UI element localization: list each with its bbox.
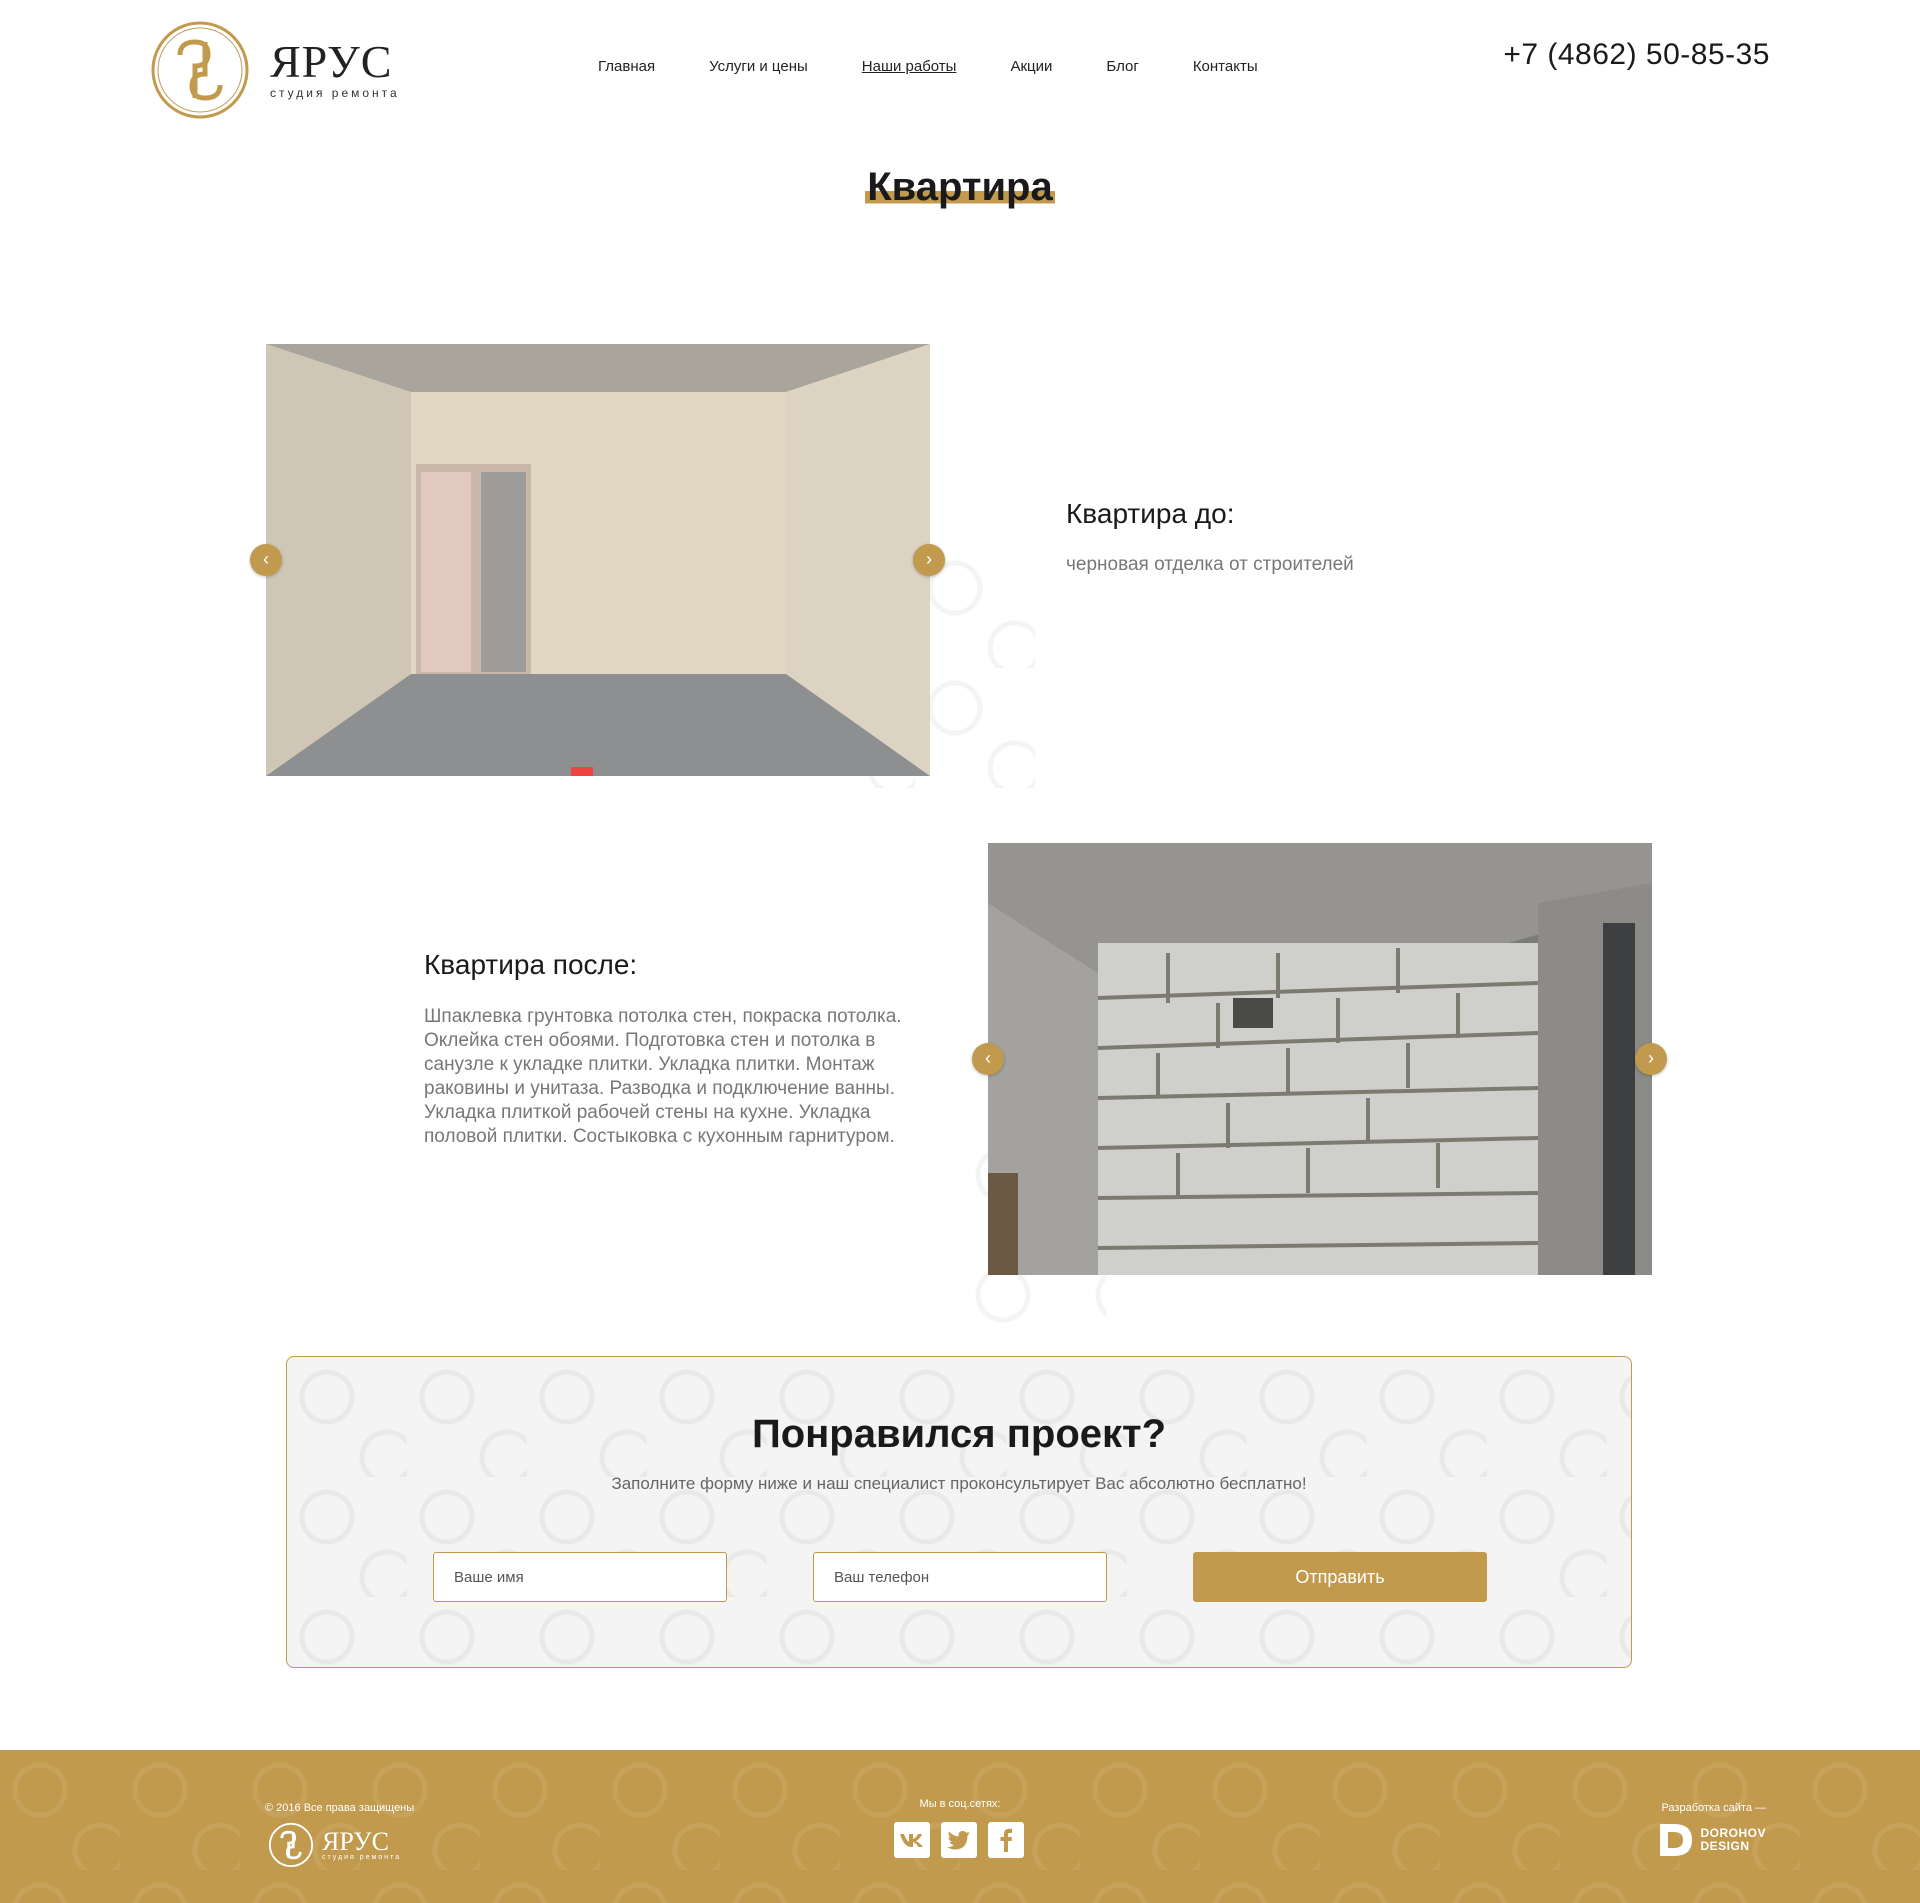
phone-input[interactable] xyxy=(813,1552,1107,1602)
cta-title: Понравился проект? xyxy=(751,1412,1167,1456)
footer-logo-name: ЯРУС xyxy=(322,1826,389,1856)
dorohov-design-icon xyxy=(1660,1824,1693,1856)
facebook-button[interactable] xyxy=(988,1822,1024,1858)
footer-logo-emblem-icon xyxy=(268,1822,314,1868)
after-description: Шпаклевка грунтовка потолка стен, покрас… xyxy=(424,1006,902,1147)
developer-name-line2: DESIGN xyxy=(1700,1839,1750,1853)
page-title-wrap: Квартира xyxy=(0,165,1920,210)
logo[interactable]: ЯРУС студия ремонта xyxy=(150,20,400,120)
after-next-arrow[interactable]: › xyxy=(1635,1043,1667,1075)
before-description: черновая отделка от строителей xyxy=(1066,554,1354,575)
nav-item-promotions[interactable]: Акции xyxy=(1010,58,1052,75)
nav-item-blog[interactable]: Блог xyxy=(1106,58,1138,75)
after-prev-arrow[interactable]: ‹ xyxy=(972,1043,1004,1075)
submit-button[interactable]: Отправить xyxy=(1193,1552,1487,1602)
social-label: Мы в соц.сетях: xyxy=(919,1798,1001,1810)
twitter-icon xyxy=(947,1831,970,1850)
page-title: Квартира xyxy=(865,165,1055,210)
contact-form-block: Понравился проект? Заполните форму ниже … xyxy=(286,1356,1632,1668)
after-photo xyxy=(988,843,1652,1275)
cta-subtitle: Заполните форму ниже и наш специалист пр… xyxy=(611,1474,1307,1493)
before-photo xyxy=(266,344,930,776)
header: ЯРУС студия ремонта Главная Услуги и цен… xyxy=(0,0,1920,140)
room-after-image xyxy=(988,843,1652,1275)
logo-emblem-icon xyxy=(151,21,249,119)
before-next-arrow[interactable]: › xyxy=(913,544,945,576)
footer-logo[interactable]: ЯРУС студия ремонта xyxy=(268,1822,401,1868)
facebook-icon xyxy=(1000,1828,1012,1852)
nav-item-contacts[interactable]: Контакты xyxy=(1193,58,1258,75)
footer: © 2016 Все права защищены ЯРУС студия ре… xyxy=(0,1750,1920,1903)
room-before-image xyxy=(266,344,930,776)
nav-item-works[interactable]: Наши работы xyxy=(862,58,957,75)
developer-label: Разработка сайта — xyxy=(1661,1802,1766,1814)
main-nav: Главная Услуги и цены Наши работы Акции … xyxy=(598,58,1312,75)
before-title: Квартира до: xyxy=(1066,498,1235,529)
phone-number[interactable]: +7 (4862) 50-85-35 xyxy=(1503,38,1770,72)
nav-item-home[interactable]: Главная xyxy=(598,58,655,75)
developer-logo[interactable]: DOROHOV DESIGN xyxy=(1658,1822,1766,1858)
vk-icon xyxy=(900,1834,923,1847)
social-links xyxy=(894,1822,1035,1858)
nav-item-services[interactable]: Услуги и цены xyxy=(709,58,808,75)
name-input[interactable] xyxy=(433,1552,727,1602)
logo-subtitle: студия ремонта xyxy=(270,86,400,100)
vk-button[interactable] xyxy=(894,1822,930,1858)
twitter-button[interactable] xyxy=(941,1822,977,1858)
logo-name: ЯРУС xyxy=(270,36,393,87)
before-prev-arrow[interactable]: ‹ xyxy=(250,544,282,576)
footer-logo-subtitle: студия ремонта xyxy=(322,1853,402,1861)
after-title: Квартира после: xyxy=(424,949,638,980)
